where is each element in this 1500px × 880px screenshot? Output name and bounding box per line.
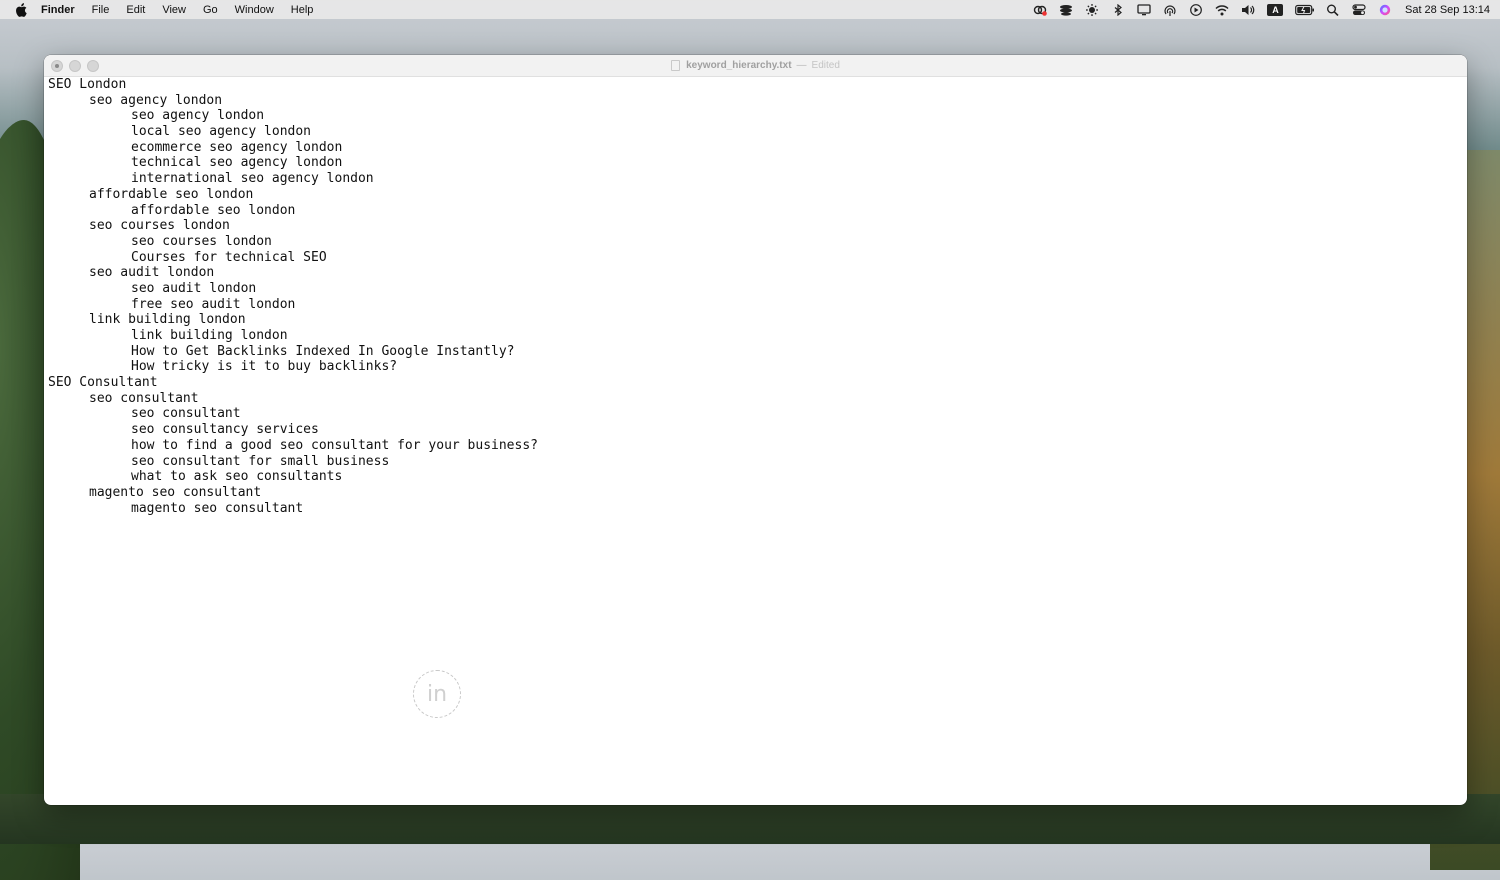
text-line[interactable]: seo agency london [48, 93, 1467, 109]
window-controls [51, 60, 105, 72]
window-filename[interactable]: keyword_hierarchy.txt [686, 60, 791, 71]
input-source-icon[interactable]: A [1267, 3, 1284, 16]
text-line[interactable]: How to Get Backlinks Indexed In Google I… [48, 344, 1467, 360]
battery-icon[interactable] [1295, 4, 1315, 16]
textedit-window: keyword_hierarchy.txt — Edited SEO Londo… [44, 55, 1467, 805]
text-line[interactable]: Courses for technical SEO [48, 250, 1467, 266]
text-line[interactable]: magento seo consultant [48, 485, 1467, 501]
apple-icon[interactable] [15, 2, 29, 17]
text-line[interactable]: seo courses london [48, 234, 1467, 250]
zoom-window-button[interactable] [87, 60, 99, 72]
text-line[interactable]: seo consultancy services [48, 422, 1467, 438]
menu-bar-clock[interactable]: Sat 28 Sep 13:14 [1405, 4, 1490, 16]
menu-help[interactable]: Help [291, 4, 314, 16]
text-editor-area[interactable]: SEO London seo agency london seo agency lo… [48, 77, 1467, 805]
text-line[interactable]: affordable seo london [48, 203, 1467, 219]
text-line[interactable]: seo agency london [48, 108, 1467, 124]
menu-view[interactable]: View [162, 4, 186, 16]
text-line[interactable]: ecommerce seo agency london [48, 140, 1467, 156]
text-line[interactable]: what to ask seo consultants [48, 469, 1467, 485]
text-line[interactable]: seo consultant [48, 406, 1467, 422]
text-line[interactable]: seo courses london [48, 218, 1467, 234]
touch-indicator-label: in [426, 681, 448, 707]
title-separator: — [796, 60, 807, 71]
text-line[interactable]: seo audit london [48, 281, 1467, 297]
siri-icon[interactable] [1378, 4, 1393, 16]
close-window-button[interactable] [51, 60, 63, 72]
menu-file[interactable]: File [92, 4, 110, 16]
menu-bar: Finder File Edit View Go Window Help A S… [0, 0, 1500, 19]
bluetooth-icon[interactable] [1111, 3, 1126, 16]
text-line[interactable]: technical seo agency london [48, 155, 1467, 171]
input-source-label: A [1267, 3, 1284, 16]
play-icon[interactable] [1189, 3, 1204, 16]
minimize-window-button[interactable] [69, 60, 81, 72]
wifi-icon[interactable] [1215, 4, 1230, 16]
stacks-icon[interactable] [1059, 4, 1074, 16]
text-line[interactable]: seo audit london [48, 265, 1467, 281]
airdrop-icon[interactable] [1163, 4, 1178, 16]
display-icon[interactable] [1137, 3, 1152, 16]
menu-go[interactable]: Go [203, 4, 218, 16]
text-line[interactable]: SEO Consultant [48, 375, 1467, 391]
text-line[interactable]: how to find a good seo consultant for yo… [48, 438, 1467, 454]
menu-finder[interactable]: Finder [41, 4, 75, 16]
text-line[interactable]: seo consultant for small business [48, 454, 1467, 470]
text-line[interactable]: affordable seo london [48, 187, 1467, 203]
text-line[interactable]: international seo agency london [48, 171, 1467, 187]
text-line[interactable]: link building london [48, 328, 1467, 344]
text-line[interactable]: local seo agency london [48, 124, 1467, 140]
text-line[interactable]: link building london [48, 312, 1467, 328]
window-titlebar[interactable]: keyword_hierarchy.txt — Edited [44, 55, 1467, 77]
text-line[interactable]: free seo audit london [48, 297, 1467, 313]
pointer-tap-icon: in [413, 670, 461, 718]
text-line[interactable]: SEO London [48, 77, 1467, 93]
volume-icon[interactable] [1241, 4, 1256, 16]
text-line[interactable]: How tricky is it to buy backlinks? [48, 359, 1467, 375]
text-line[interactable]: magento seo consultant [48, 501, 1467, 517]
brightness-icon[interactable] [1085, 3, 1100, 16]
menu-edit[interactable]: Edit [126, 4, 145, 16]
status-area: A Sat 28 Sep 13:14 [1022, 0, 1490, 19]
document-status[interactable]: Edited [812, 60, 840, 71]
spotlight-icon[interactable] [1326, 4, 1341, 16]
document-icon[interactable] [671, 60, 681, 71]
text-line[interactable]: seo consultant [48, 391, 1467, 407]
creative-cloud-icon[interactable] [1033, 4, 1048, 16]
menu-window[interactable]: Window [235, 4, 274, 16]
control-center-icon[interactable] [1352, 3, 1367, 16]
window-title: keyword_hierarchy.txt — Edited [671, 60, 840, 71]
